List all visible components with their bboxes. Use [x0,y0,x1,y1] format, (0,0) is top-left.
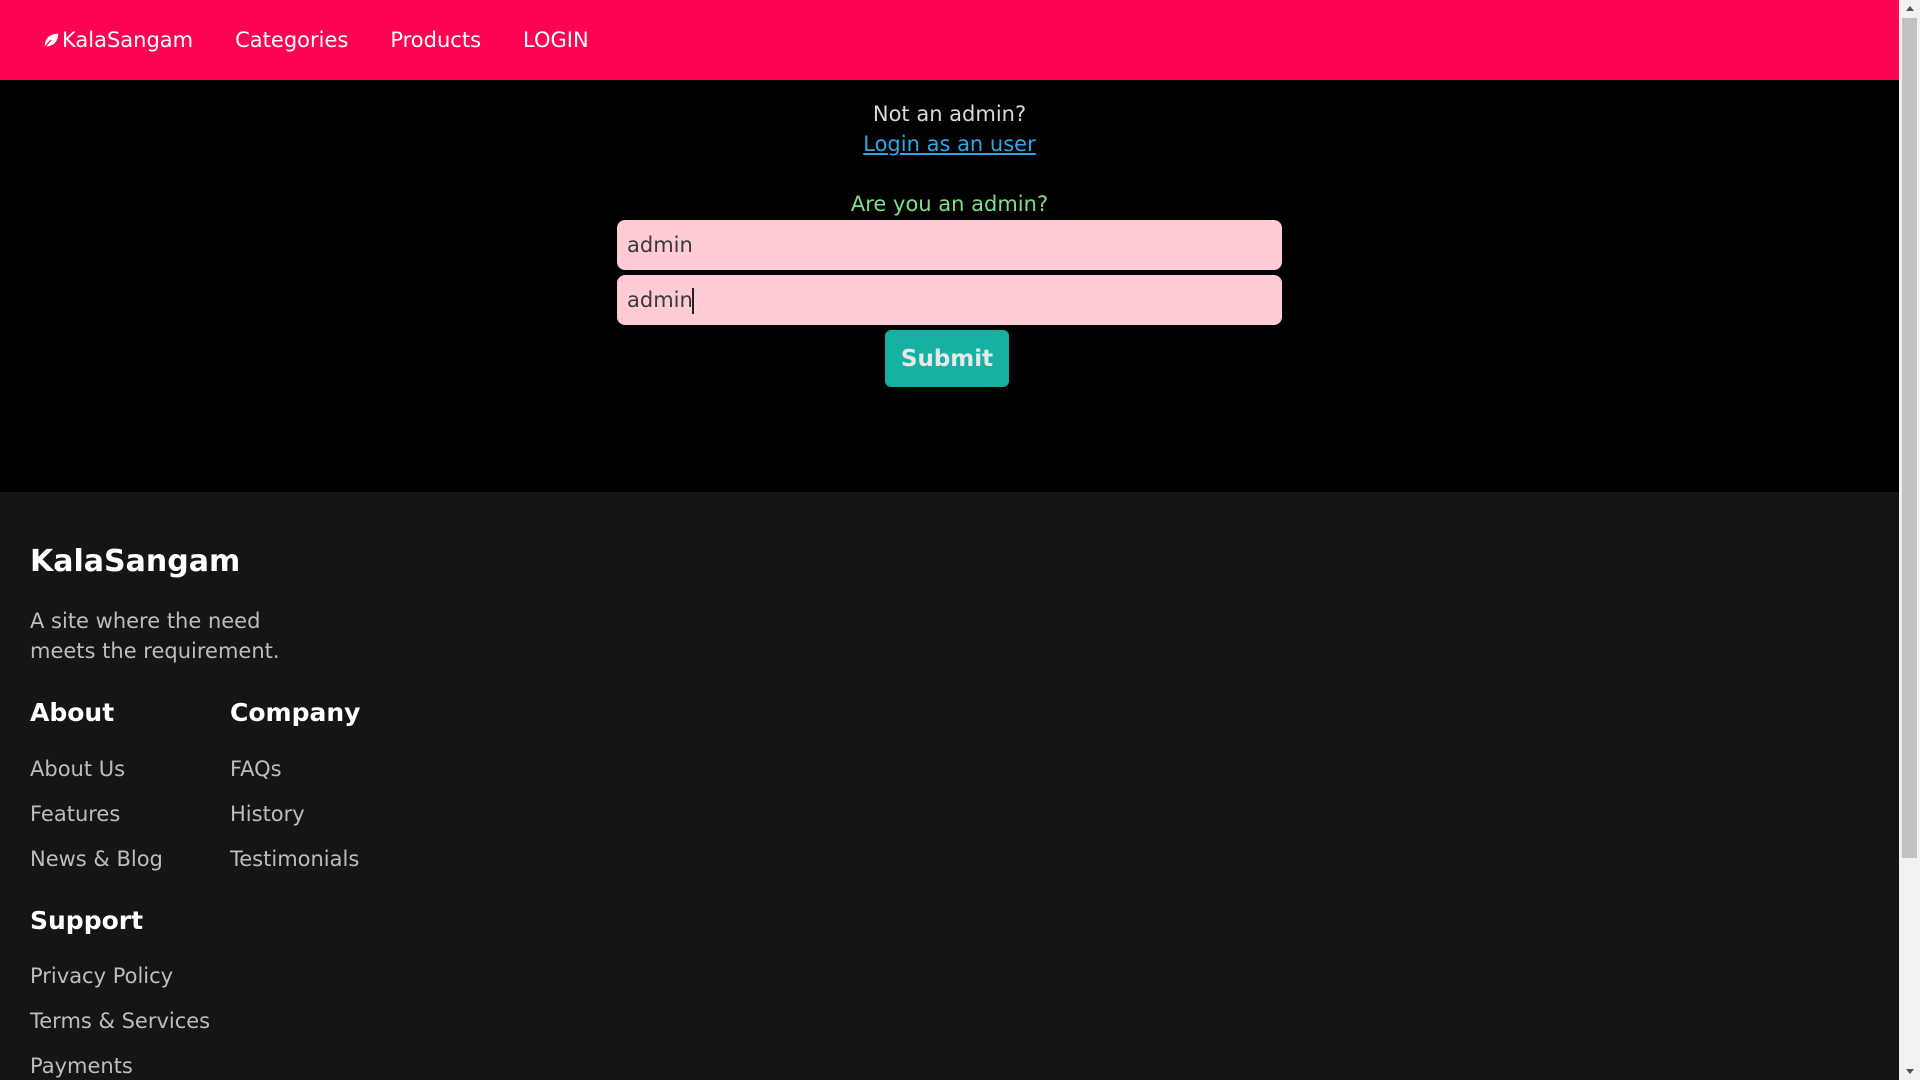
footer-about-heading: About [30,698,115,727]
scrollbar-thumb[interactable] [1902,18,1917,858]
site-footer: KalaSangam A site where the need meets t… [0,492,1899,1080]
vertical-scrollbar[interactable] [1899,0,1920,1080]
footer-link-about-us[interactable]: About Us [30,757,125,781]
top-navbar: KalaSangam Categories Products LOGIN [0,0,1899,80]
footer-company-heading: Company [230,698,361,727]
scroll-up-arrow-icon[interactable] [1899,0,1920,17]
footer-brand: KalaSangam [30,544,241,579]
footer-link-terms-services[interactable]: Terms & Services [30,1009,210,1033]
username-input[interactable] [617,220,1282,270]
login-as-user-link[interactable]: Login as an user [863,132,1035,156]
submit-button[interactable]: Submit [885,330,1009,387]
brand-link[interactable]: KalaSangam [42,28,193,52]
footer-link-payments[interactable]: Payments [30,1054,133,1078]
admin-login-section: Not an admin? Login as an user Are you a… [0,80,1899,492]
password-input[interactable] [617,275,1282,325]
footer-link-features[interactable]: Features [30,802,120,826]
footer-tagline: A site where the need meets the requirem… [30,609,280,663]
brand-name: KalaSangam [62,28,194,52]
not-admin-text: Not an admin? [872,102,1027,126]
footer-link-news-blog[interactable]: News & Blog [30,847,163,871]
admin-question: Are you an admin? [850,192,1049,216]
scroll-down-arrow-icon[interactable] [1899,1063,1920,1080]
login-user-wrapper: Login as an user [0,132,1899,156]
footer-link-history[interactable]: History [230,802,305,826]
nav-products[interactable]: Products [390,28,481,52]
footer-link-privacy-policy[interactable]: Privacy Policy [30,964,173,988]
nav-categories[interactable]: Categories [235,28,348,52]
page-viewport: KalaSangam Categories Products LOGIN Not… [0,0,1899,1080]
nav-login[interactable]: LOGIN [523,28,589,52]
footer-link-faqs[interactable]: FAQs [230,757,282,781]
text-caret [692,288,694,314]
footer-support-heading: Support [30,906,144,935]
footer-link-testimonials[interactable]: Testimonials [230,847,359,871]
leaf-icon [44,33,59,48]
